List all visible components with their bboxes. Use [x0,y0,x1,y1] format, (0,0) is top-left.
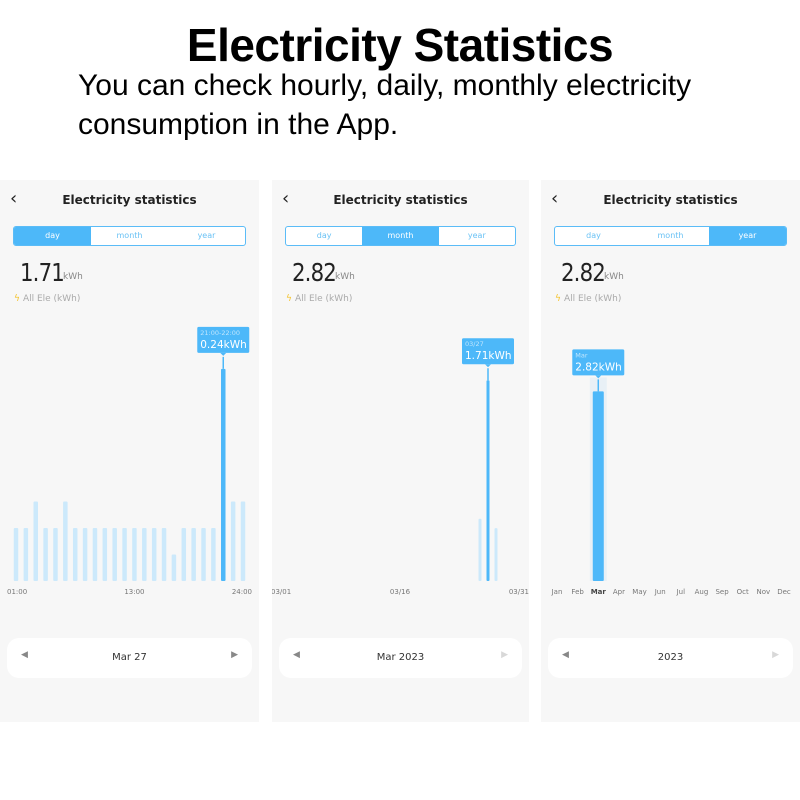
x-tick-label: Feb [571,588,584,596]
tooltip-label: 03/27 [465,340,484,348]
date-navigator: ◀ Mar 2023 ▶ [279,638,522,678]
bar[interactable] [92,527,98,581]
screen-month: ‹ Electricity statistics day month year 2.… [272,180,529,722]
bar[interactable] [43,527,48,581]
bar[interactable] [82,527,88,581]
next-arrow-icon[interactable]: ▶ [231,650,238,660]
date-navigator: ◀ Mar 27 ▶ [7,638,252,678]
screen-year: ‹ Electricity statistics day month year 2.… [541,180,800,722]
x-tick-label: Aug [695,588,709,596]
consumption-chart[interactable]: 03/27 1.71kWh 03/01 03/16 03/31 [272,180,529,620]
bar-selected[interactable] [592,391,604,581]
bar-selected[interactable] [486,380,490,581]
bar[interactable] [53,527,58,581]
bar[interactable] [494,528,498,581]
bar[interactable] [122,527,127,581]
x-tick-label: 03/16 [390,588,411,596]
tooltip-pointer [220,352,227,356]
bar[interactable] [191,527,196,581]
x-tick-label: Oct [737,588,749,596]
bar[interactable] [102,527,108,581]
consumption-chart[interactable]: 21:00-22:00 0.24kWh 01:00 13:00 24:00 [0,180,259,620]
bar[interactable] [230,501,236,581]
tooltip-label: 21:00-22:00 [200,329,240,337]
bar[interactable] [63,501,68,581]
x-tick-label: Nov [757,588,771,596]
date-label: 2023 [657,652,684,663]
hero-subtitle: You can check hourly, daily, monthly ele… [78,69,692,141]
x-tick-label: 13:00 [124,588,144,596]
x-tick-label: Sep [715,588,729,596]
bar[interactable] [478,518,482,581]
x-tick-label: 01:00 [7,588,27,596]
x-tick-label: Jan [551,588,563,596]
screen-day: ‹ Electricity statistics day month year 1.… [0,180,259,722]
tooltip-label: Mar [575,351,588,359]
bar[interactable] [33,501,38,581]
bar[interactable] [161,527,167,581]
tooltip-value: 1.71kWh [465,350,512,362]
consumption-chart[interactable]: Mar 2.82kWh Jan Feb Mar Apr May Jun Jul Aug Sep Oct… [541,180,800,620]
x-tick-label: Dec [777,588,791,596]
x-tick-label: 03/31 [509,588,529,596]
x-tick-label: Mar [591,588,607,596]
bar[interactable] [151,527,157,581]
x-tick-label: 03/01 [272,588,291,596]
bar[interactable] [13,527,19,581]
bar[interactable] [171,554,177,581]
next-arrow-icon[interactable]: ▶ [501,650,508,660]
bar[interactable] [112,527,117,581]
date-label: Mar 27 [112,652,147,663]
bar[interactable] [23,527,29,581]
x-tick-label: 24:00 [232,588,252,596]
x-tick-label: Apr [613,588,625,596]
x-tick-label: Jul [676,588,686,596]
date-label: Mar 2023 [376,652,425,663]
x-tick-label: May [632,588,646,596]
bar[interactable] [201,527,206,581]
next-arrow-icon[interactable]: ▶ [772,650,779,660]
bar[interactable] [72,527,78,581]
bar[interactable] [211,527,216,581]
x-tick-label: Jun [654,588,666,596]
date-navigator: ◀ 2023 ▶ [548,638,793,678]
tooltip-value: 2.82kWh [575,361,622,373]
bar[interactable] [181,527,187,581]
bar[interactable] [132,527,137,581]
bar-selected[interactable] [221,368,226,581]
bar[interactable] [240,501,246,581]
tooltip-value: 0.24kWh [200,339,247,351]
hero-title: Electricity Statistics [186,19,614,71]
tooltip-pointer [485,364,491,368]
bar[interactable] [142,527,147,581]
